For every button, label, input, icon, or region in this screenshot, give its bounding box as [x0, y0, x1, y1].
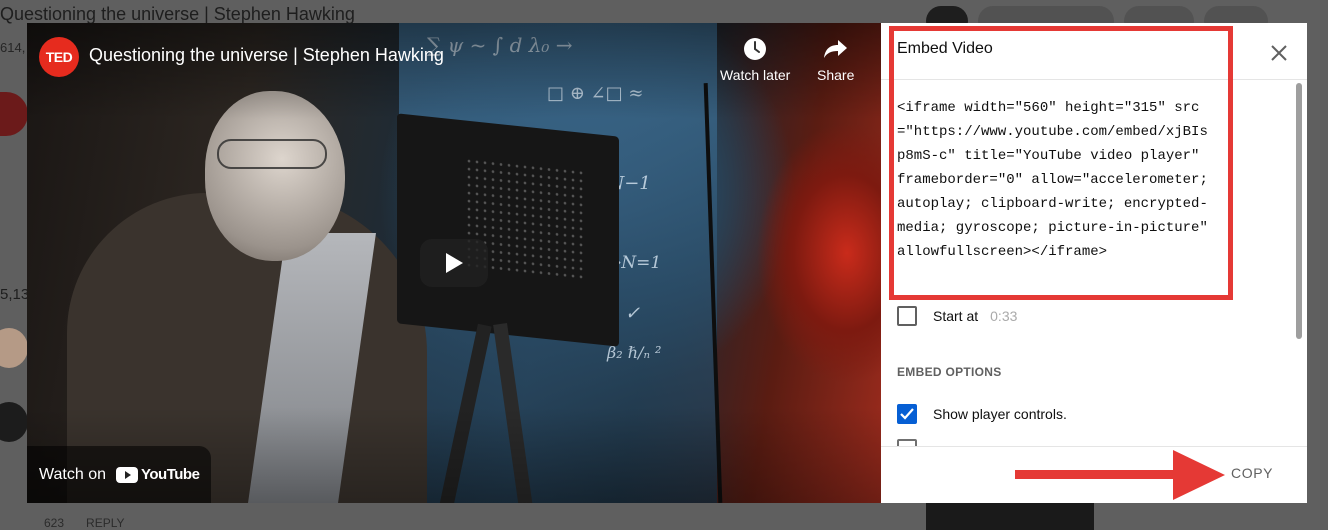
channel-avatar	[0, 92, 28, 136]
show-controls-label: Show player controls.	[933, 406, 1067, 422]
comment-actions: 623 REPLY	[44, 516, 125, 530]
start-at-row[interactable]: Start at 0:33	[897, 306, 1017, 326]
like-count: 623	[44, 516, 65, 530]
share-arrow-icon	[823, 40, 847, 58]
play-button[interactable]	[420, 239, 488, 287]
watch-later-label: Watch later	[720, 67, 791, 83]
commenter-avatar	[0, 328, 28, 368]
video-player[interactable]: ∑ ψ ~ ∫ d λ₀ → □ ⊕ ∠□ ≈ Ṅ N−1 →N=1 = 0 ✓…	[27, 23, 881, 503]
youtube-logo: YouTube	[116, 466, 200, 483]
comment-count: 5,13	[0, 286, 30, 303]
checkmark-icon	[900, 408, 914, 420]
watch-on-youtube-button[interactable]: Watch on YouTube	[27, 446, 212, 503]
close-button[interactable]	[1265, 39, 1293, 67]
clock-icon	[744, 38, 767, 60]
show-controls-row[interactable]: Show player controls.	[897, 404, 1067, 424]
start-at-label: Start at	[933, 308, 979, 324]
youtube-logo-icon	[116, 466, 138, 483]
commenter-avatar	[0, 402, 28, 442]
start-at-time[interactable]: 0:33	[990, 308, 1017, 324]
ted-channel-logo[interactable]: TED	[39, 37, 79, 77]
share-label: Share	[817, 67, 855, 83]
scrollbar[interactable]	[1296, 83, 1302, 339]
page-view-count: 614,	[0, 40, 26, 55]
embed-options-heading: EMBED OPTIONS	[897, 365, 1002, 379]
annotation-highlight-box	[889, 26, 1233, 300]
watch-later-button[interactable]: Watch later	[720, 37, 790, 83]
play-icon	[446, 253, 463, 273]
share-button[interactable]: Share	[817, 37, 854, 83]
copy-button[interactable]: COPY	[1231, 465, 1273, 481]
player-video-title[interactable]: Questioning the universe | Stephen Hawki…	[89, 45, 444, 66]
embed-video-dialog: Embed Video <iframe width="560" height="…	[881, 23, 1307, 503]
related-video-thumbnail	[926, 502, 1094, 530]
close-icon	[1271, 45, 1287, 61]
watch-on-label: Watch on	[39, 465, 106, 483]
start-at-checkbox[interactable]	[897, 306, 917, 326]
youtube-wordmark: YouTube	[141, 466, 200, 483]
reply-link: REPLY	[86, 516, 125, 530]
annotation-arrow	[1015, 450, 1225, 500]
page-video-title: Questioning the universe | Stephen Hawki…	[0, 4, 355, 24]
show-controls-checkbox[interactable]	[897, 404, 917, 424]
